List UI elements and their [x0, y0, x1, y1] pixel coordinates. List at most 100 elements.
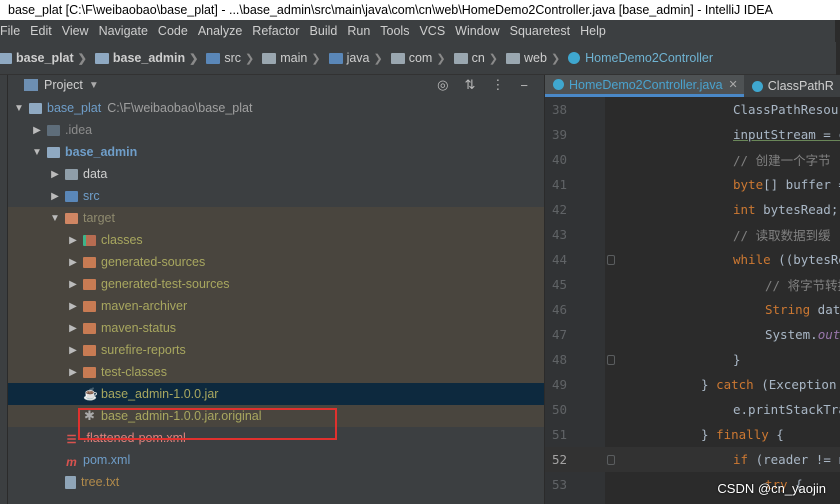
tool-window-strip	[0, 75, 8, 504]
package-icon	[390, 52, 405, 64]
excluded-folder-icon	[83, 366, 96, 378]
code-line: 38ClassPathResourc	[551, 102, 840, 117]
chevron-right-icon: ❯	[245, 52, 255, 65]
chevron-right-icon[interactable]: ▶	[30, 125, 44, 136]
tree-item-jar[interactable]: ☕ base_admin-1.0.0.jar	[8, 383, 544, 405]
code-line: 51} finally {	[551, 427, 784, 442]
breadcrumb-web[interactable]: web ❯	[504, 51, 566, 65]
tree-item-generated-sources[interactable]: ▶ generated-sources	[8, 251, 544, 273]
excluded-folder-icon	[83, 300, 96, 312]
tree-item-maven-archiver[interactable]: ▶ maven-archiver	[8, 295, 544, 317]
chevron-down-icon[interactable]: ▼	[48, 213, 62, 224]
project-panel: Project ▼ ◎ ⇅ ⋮ − ▼ base_plat C:\F\weiba…	[8, 75, 544, 504]
breadcrumb-class[interactable]: HomeDemo2Controller	[566, 51, 715, 65]
chevron-right-icon[interactable]: ▶	[66, 257, 80, 268]
chevron-down-icon[interactable]: ▼	[30, 147, 44, 158]
highlight-box	[78, 408, 337, 440]
breadcrumb-base-plat[interactable]: base_plat ❯	[0, 51, 93, 65]
tree-item-maven-status[interactable]: ▶ maven-status	[8, 317, 544, 339]
locate-icon[interactable]: ◎	[437, 77, 448, 93]
tree-item-surefire-reports[interactable]: ▶ surefire-reports	[8, 339, 544, 361]
menu-navigate[interactable]: Navigate	[94, 24, 153, 38]
tree-item-src[interactable]: ▶ src	[8, 185, 544, 207]
excluded-folder-icon	[83, 322, 96, 334]
chevron-right-icon[interactable]: ▶	[66, 235, 80, 246]
tree-item-target[interactable]: ▼ target	[8, 207, 544, 229]
folder-icon	[65, 168, 78, 180]
menu-help[interactable]: Help	[575, 24, 611, 38]
tree-item-data[interactable]: ▶ data	[8, 163, 544, 185]
menu-analyze[interactable]: Analyze	[193, 24, 247, 38]
source-folder-icon	[206, 52, 221, 64]
breadcrumb-com[interactable]: com ❯	[389, 51, 452, 65]
project-view-selector[interactable]: Project	[44, 78, 83, 92]
fold-icon[interactable]	[607, 454, 615, 465]
excluded-folder-icon	[65, 212, 78, 224]
tab-classpathresource[interactable]: ClassPathR	[744, 75, 840, 97]
menu-squaretest[interactable]: Squaretest	[505, 24, 575, 38]
tree-item-base-admin[interactable]: ▼ base_admin	[8, 141, 544, 163]
code-line: 40// 创建一个字节	[551, 152, 831, 168]
code-line: 42 int bytesRead;	[551, 202, 839, 217]
tree-item-test-classes[interactable]: ▶ test-classes	[8, 361, 544, 383]
menu-window[interactable]: Window	[450, 24, 504, 38]
breadcrumb-main[interactable]: main ❯	[260, 51, 326, 65]
breadcrumb-src[interactable]: src ❯	[204, 51, 260, 65]
code-lines: 38ClassPathResourc 39inputStream = c 40/…	[545, 97, 840, 504]
tree-item-pom[interactable]: m pom.xml	[8, 449, 544, 471]
close-icon[interactable]: ✕	[729, 78, 738, 91]
code-line: 41 byte[] buffer =	[551, 177, 840, 192]
chevron-right-icon[interactable]: ▶	[66, 279, 80, 290]
source-folder-icon	[65, 190, 78, 202]
tree-item-generated-test-sources[interactable]: ▶ generated-test-sources	[8, 273, 544, 295]
menu-refactor[interactable]: Refactor	[247, 24, 304, 38]
breadcrumb-java[interactable]: java ❯	[327, 51, 389, 65]
tree-item-idea[interactable]: ▶ .idea	[8, 119, 544, 141]
package-icon	[506, 52, 520, 64]
code-line: 50e.printStackTrac	[551, 402, 840, 417]
fold-icon[interactable]	[607, 254, 615, 265]
project-icon	[24, 79, 38, 91]
menu-run[interactable]: Run	[342, 24, 375, 38]
code-line: 45// 将字节转换	[551, 277, 840, 293]
fold-icon[interactable]	[607, 354, 615, 365]
tree-item-classes[interactable]: ▶ classes	[8, 229, 544, 251]
chevron-right-icon: ❯	[77, 52, 87, 65]
excluded-folder-icon	[83, 278, 96, 290]
code-line: 44while ((bytesRea	[551, 252, 840, 267]
module-folder-icon	[47, 146, 60, 158]
code-line: 46String data	[551, 302, 840, 317]
project-panel-header: Project ▼ ◎ ⇅ ⋮ −	[8, 75, 544, 95]
code-line: 47System.out.p	[551, 327, 840, 342]
chevron-right-icon[interactable]: ▶	[66, 345, 80, 356]
chevron-right-icon: ❯	[550, 52, 561, 65]
menu-vcs[interactable]: VCS	[414, 24, 450, 38]
chevron-right-icon[interactable]: ▶	[66, 323, 80, 334]
chevron-right-icon[interactable]: ▶	[48, 169, 62, 180]
code-line: 39 inputStream = c	[551, 127, 840, 142]
breadcrumb-cn[interactable]: cn ❯	[452, 51, 504, 65]
breadcrumb-base-admin[interactable]: base_admin ❯	[93, 51, 204, 65]
hide-icon[interactable]: −	[520, 78, 528, 93]
chevron-down-icon[interactable]: ▼	[12, 103, 26, 114]
tab-homedemo2controller[interactable]: HomeDemo2Controller.java ✕	[545, 75, 744, 97]
window-title: base_plat [C:\F\weibaobao\base_plat] - .…	[0, 0, 840, 20]
chevron-right-icon[interactable]: ▶	[66, 301, 80, 312]
more-options-icon[interactable]: ⋮	[491, 77, 504, 93]
collapse-all-icon[interactable]: ⇅	[465, 77, 476, 93]
menu-code[interactable]: Code	[153, 24, 193, 38]
chevron-down-icon[interactable]: ▼	[89, 80, 99, 91]
output-folder-icon	[83, 234, 96, 246]
menu-tools[interactable]: Tools	[375, 24, 414, 38]
tree-item-base-plat[interactable]: ▼ base_plat C:\F\weibaobao\base_plat	[8, 97, 544, 119]
chevron-right-icon: ❯	[373, 52, 383, 65]
tree-item-tree-txt[interactable]: tree.txt	[8, 471, 544, 493]
class-icon	[568, 52, 581, 64]
class-icon	[553, 79, 564, 90]
menu-view[interactable]: View	[57, 24, 94, 38]
chevron-right-icon[interactable]: ▶	[66, 367, 80, 378]
menu-build[interactable]: Build	[305, 24, 343, 38]
menu-edit[interactable]: Edit	[25, 24, 57, 38]
chevron-right-icon[interactable]: ▶	[48, 191, 62, 202]
menu-file[interactable]: File	[0, 24, 25, 38]
